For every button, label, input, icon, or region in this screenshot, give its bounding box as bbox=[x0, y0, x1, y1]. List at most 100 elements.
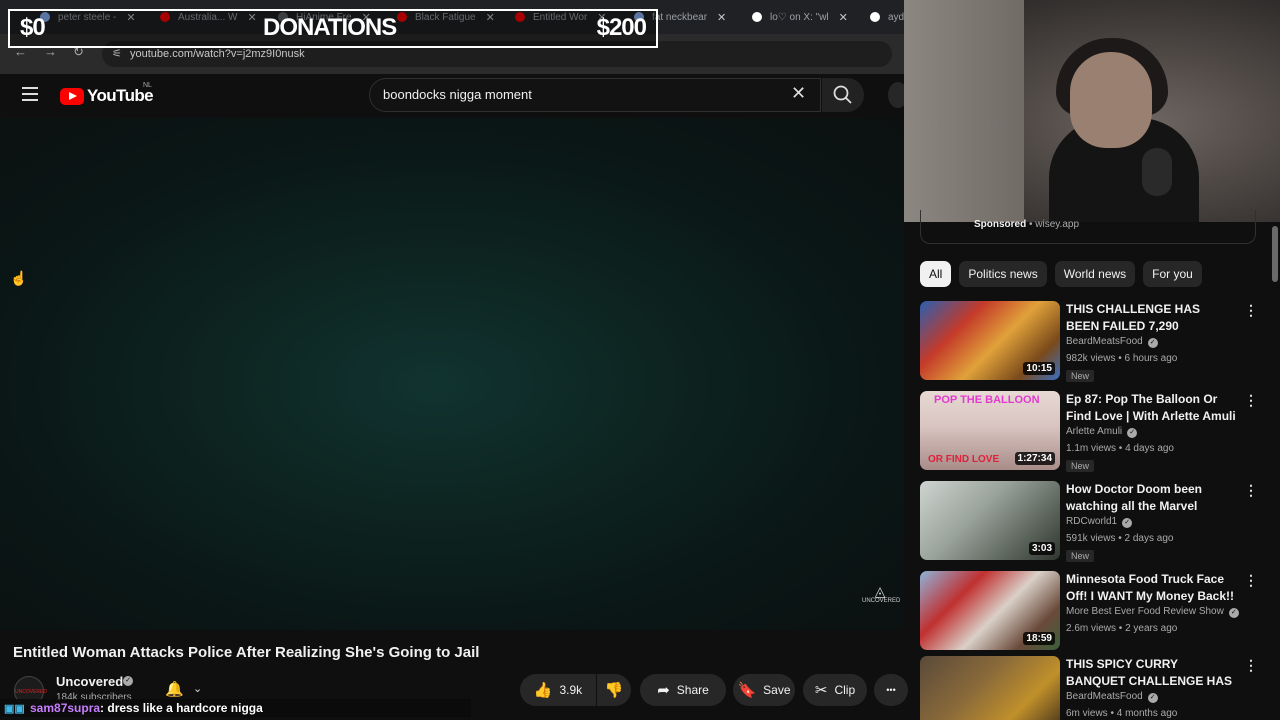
webcam-overlay bbox=[904, 0, 1280, 222]
menu-icon[interactable] bbox=[22, 87, 38, 101]
video-title[interactable]: THIS SPICY CURRY BANQUET CHALLENGE HAS N… bbox=[1066, 656, 1236, 690]
verified-icon: ✓ bbox=[123, 676, 133, 686]
thumbs-down-icon: 👎 bbox=[604, 682, 624, 699]
verified-icon: ✓ bbox=[1127, 428, 1138, 438]
recommended-video[interactable]: 18:59 Minnesota Food Truck Face Off! I W… bbox=[920, 571, 1265, 653]
like-button[interactable]: 👍 3.9k bbox=[520, 674, 596, 706]
screen: peter steele - ✕ Australia... W ✕ HiAnim… bbox=[0, 0, 1280, 720]
video-thumbnail[interactable]: 3:03 bbox=[920, 481, 1060, 560]
video-meta: 2.6m views • 2 years ago bbox=[1066, 623, 1178, 634]
tab-label: fat neckbear bbox=[652, 11, 708, 23]
clip-button[interactable]: ✂ Clip bbox=[803, 674, 867, 706]
donations-title: DONATIONS bbox=[263, 14, 397, 41]
thumbnail-text: POP THE BALLOON bbox=[934, 394, 1040, 406]
chip-world-news[interactable]: World news bbox=[1054, 261, 1136, 287]
video-player[interactable] bbox=[0, 118, 904, 630]
tab-close-icon[interactable]: ✕ bbox=[839, 11, 848, 24]
channel-name[interactable]: BeardMeatsFood ✓ bbox=[1066, 336, 1158, 348]
search-input[interactable]: boondocks nigga moment bbox=[369, 78, 821, 112]
chevron-down-icon[interactable]: ⌄ bbox=[193, 682, 202, 695]
video-title[interactable]: THIS CHALLENGE HAS BEEN FAILED 7,290 TIM… bbox=[1066, 301, 1236, 335]
channel-name[interactable]: Uncovered bbox=[56, 674, 123, 689]
tab-label: ayd bbox=[888, 11, 905, 23]
video-title[interactable]: Minnesota Food Truck Face Off! I WANT My… bbox=[1066, 571, 1236, 605]
channel-name[interactable]: RDCworld1 ✓ bbox=[1066, 516, 1133, 528]
browser-tab[interactable]: lo♡ on X: "wl ✕ bbox=[752, 8, 848, 26]
video-meta: 1.1m views • 4 days ago bbox=[1066, 443, 1174, 454]
save-label: Save bbox=[763, 683, 791, 697]
share-button[interactable]: ➦ Share bbox=[640, 674, 726, 706]
recommended-video[interactable]: 10:15 THIS CHALLENGE HAS BEEN FAILED 7,2… bbox=[920, 301, 1265, 383]
tab-close-icon[interactable]: ✕ bbox=[717, 11, 726, 24]
video-meta: 982k views • 6 hours ago bbox=[1066, 353, 1178, 364]
clip-label: Clip bbox=[834, 683, 856, 697]
verified-icon: ✓ bbox=[1147, 338, 1158, 348]
streamer-face bbox=[1070, 52, 1152, 148]
video-title[interactable]: Ep 87: Pop The Balloon Or Find Love | Wi… bbox=[1066, 391, 1236, 425]
recommended-video[interactable]: 3:03 How Doctor Doom been watching all t… bbox=[920, 481, 1265, 563]
channel-text: RDCworld1 bbox=[1066, 516, 1118, 527]
chat-username: sam87supra bbox=[30, 701, 101, 715]
thumbs-up-icon: 👍 bbox=[533, 682, 553, 699]
channel-name[interactable]: Arlette Amuli ✓ bbox=[1066, 426, 1138, 438]
video-thumbnail[interactable]: 10:15 bbox=[920, 301, 1060, 380]
like-count: 3.9k bbox=[559, 683, 583, 697]
filter-chips: All Politics news World news For you bbox=[920, 261, 1210, 287]
youtube-logo[interactable]: YouTube bbox=[60, 86, 154, 106]
tab-favicon-icon bbox=[752, 12, 762, 22]
video-title[interactable]: How Doctor Doom been watching all the Ma… bbox=[1066, 481, 1236, 515]
more-horizontal-icon: ••• bbox=[886, 685, 896, 695]
sidebar-scrollbar[interactable] bbox=[1272, 226, 1278, 282]
new-badge: New bbox=[1066, 460, 1095, 472]
channel-name[interactable]: More Best Ever Food Review Show ✓ bbox=[1066, 606, 1239, 618]
more-vertical-icon[interactable]: ⋮ bbox=[1244, 658, 1258, 672]
chip-all[interactable]: All bbox=[920, 261, 952, 287]
video-duration: 1:27:34 bbox=[1014, 452, 1055, 465]
sponsored-card[interactable]: Sponsored • wisey.app bbox=[920, 210, 1256, 244]
mouse-cursor-icon: ☝ bbox=[10, 270, 28, 286]
chat-text: : dress like a hardcore nigga bbox=[100, 701, 263, 715]
search-button[interactable] bbox=[822, 78, 864, 112]
chip-politics-news[interactable]: Politics news bbox=[959, 261, 1047, 287]
donations-goal: $200 bbox=[596, 14, 647, 41]
video-thumbnail[interactable] bbox=[920, 656, 1060, 720]
recommended-video[interactable]: POP THE BALLOON OR FIND LOVE 1:27:34 Ep … bbox=[920, 391, 1265, 473]
dislike-button[interactable]: 👎 bbox=[597, 674, 631, 706]
watermark-text: UNCOVERED bbox=[862, 598, 901, 604]
channel-text: More Best Ever Food Review Show bbox=[1066, 606, 1224, 617]
clear-search-icon[interactable]: ✕ bbox=[791, 84, 806, 102]
youtube-header: YouTube NL boondocks nigga moment ✕ bbox=[0, 74, 908, 118]
donations-overlay: $0 DONATIONS $200 bbox=[8, 9, 658, 48]
new-badge: New bbox=[1066, 550, 1095, 562]
bookmark-icon: 🔖 bbox=[737, 682, 757, 699]
chip-for-you[interactable]: For you bbox=[1143, 261, 1202, 287]
channel-text: BeardMeatsFood bbox=[1066, 336, 1143, 347]
video-meta: 6m views • 4 months ago bbox=[1066, 708, 1178, 719]
save-button[interactable]: 🔖 Save bbox=[733, 674, 795, 706]
channel-text: BeardMeatsFood bbox=[1066, 691, 1143, 702]
channel-name[interactable]: BeardMeatsFood ✓ bbox=[1066, 691, 1158, 703]
browser-tab[interactable]: ayd bbox=[870, 8, 904, 26]
microphone bbox=[1142, 148, 1172, 196]
video-thumbnail[interactable]: 18:59 bbox=[920, 571, 1060, 650]
youtube-wordmark: YouTube bbox=[87, 86, 154, 105]
tab-label: lo♡ on X: "wl bbox=[770, 11, 829, 23]
webcam-background bbox=[904, 0, 1024, 222]
notification-bell-icon[interactable]: 🔔 bbox=[165, 680, 184, 698]
video-duration: 18:59 bbox=[1023, 632, 1055, 645]
more-vertical-icon[interactable]: ⋮ bbox=[1244, 483, 1258, 497]
recommended-video[interactable]: THIS SPICY CURRY BANQUET CHALLENGE HAS N… bbox=[920, 656, 1265, 720]
watermark-icon: ◬ bbox=[874, 583, 886, 599]
more-vertical-icon[interactable]: ⋮ bbox=[1244, 303, 1258, 317]
chat-badge-icon: ▣▣ bbox=[4, 703, 25, 715]
verified-icon: ✓ bbox=[1147, 693, 1158, 703]
more-vertical-icon[interactable]: ⋮ bbox=[1244, 573, 1258, 587]
verified-icon: ✓ bbox=[1228, 608, 1239, 618]
video-thumbnail[interactable]: POP THE BALLOON OR FIND LOVE 1:27:34 bbox=[920, 391, 1060, 470]
donations-current: $0 bbox=[20, 14, 46, 41]
more-actions-button[interactable]: ••• bbox=[874, 674, 908, 706]
scissors-icon: ✂ bbox=[814, 682, 828, 699]
more-vertical-icon[interactable]: ⋮ bbox=[1244, 393, 1258, 407]
video-duration: 10:15 bbox=[1023, 362, 1055, 375]
share-icon: ➦ bbox=[657, 682, 670, 699]
